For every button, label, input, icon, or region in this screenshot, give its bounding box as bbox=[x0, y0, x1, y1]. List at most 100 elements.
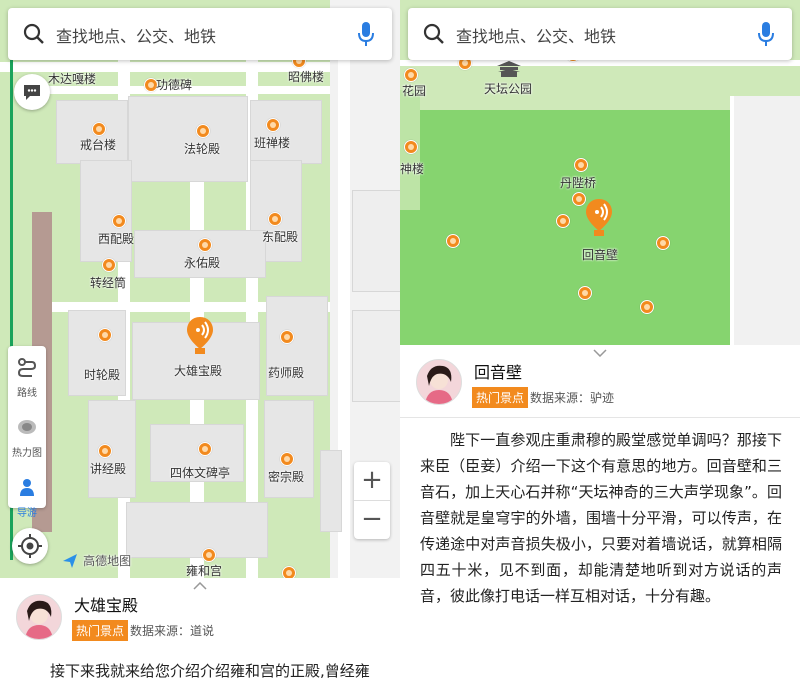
poi-marker[interactable] bbox=[574, 158, 588, 172]
map-label: 药师殿 bbox=[268, 366, 305, 380]
poi-marker[interactable] bbox=[266, 118, 280, 132]
poi-name: 回音壁 bbox=[474, 363, 523, 382]
poi-marker[interactable] bbox=[446, 234, 460, 248]
heatmap-icon bbox=[18, 420, 36, 434]
poi-marker[interactable] bbox=[268, 212, 282, 226]
map-label: 西配殿 bbox=[98, 232, 135, 246]
search-input[interactable]: 查找地点、公交、地铁 bbox=[56, 23, 216, 47]
message-icon bbox=[24, 85, 40, 100]
map-label: 功德碑 bbox=[156, 78, 193, 92]
map-label: 大雄宝殿 bbox=[174, 364, 223, 378]
map-label: 密宗殿 bbox=[268, 470, 305, 484]
poi-marker[interactable] bbox=[280, 452, 294, 466]
chevron-up-icon[interactable] bbox=[193, 582, 207, 590]
poi-marker[interactable] bbox=[198, 442, 212, 456]
zoom-in-button[interactable]: + bbox=[354, 462, 390, 500]
audio-guide-pin-icon[interactable] bbox=[584, 198, 614, 238]
poi-marker[interactable] bbox=[280, 330, 294, 344]
map-label: 天坛公园 bbox=[484, 82, 533, 96]
poi-marker[interactable] bbox=[404, 68, 418, 82]
map-label: 神楼 bbox=[400, 162, 425, 176]
search-icon bbox=[423, 23, 444, 44]
poi-marker[interactable] bbox=[282, 566, 296, 578]
divider bbox=[400, 417, 800, 418]
poi-marker[interactable] bbox=[198, 238, 212, 252]
avatar-image bbox=[17, 595, 61, 639]
route-button[interactable]: 路线 bbox=[8, 346, 46, 406]
map-label: 东配殿 bbox=[262, 230, 299, 244]
map-label: 昭佛楼 bbox=[288, 70, 325, 84]
map-label: 回音壁 bbox=[582, 248, 619, 262]
building bbox=[88, 400, 136, 498]
poi-detail-card[interactable]: 大雄宝殿 热门景点 数据来源：道说 接下来我就来给您介绍介绍雍和宫的正殿,曾经雍 bbox=[0, 578, 400, 690]
zoom-out-button[interactable]: − bbox=[354, 500, 390, 539]
poi-marker[interactable] bbox=[404, 140, 418, 154]
building bbox=[126, 502, 268, 558]
map-label: 木达嘎楼 bbox=[48, 72, 97, 86]
poi-marker[interactable] bbox=[112, 214, 126, 228]
poi-marker[interactable] bbox=[556, 214, 570, 228]
left-screen: 木达嘎楼 功德碑 昭佛楼 戒台楼 法轮殿 班禅楼 西配殿 东配殿 永佑殿 转经筒… bbox=[0, 0, 400, 690]
audio-guide-pin-icon[interactable] bbox=[185, 316, 215, 356]
zoom-controls: + − bbox=[354, 462, 390, 539]
poi-marker[interactable] bbox=[102, 258, 116, 272]
map-label: 时轮殿 bbox=[84, 368, 121, 382]
map-label: 转经筒 bbox=[90, 276, 127, 290]
poi-description: 陛下一直参观庄重肃穆的殿堂感觉单调吗？那接下来臣（臣妾）介绍一下这个有意思的地方… bbox=[420, 431, 782, 605]
chevron-down-icon[interactable] bbox=[593, 349, 607, 357]
locate-icon bbox=[18, 534, 42, 558]
temple-icon bbox=[497, 61, 521, 77]
search-icon bbox=[23, 23, 44, 44]
map-label: 讲经殿 bbox=[90, 462, 127, 476]
map-label: 戒台楼 bbox=[80, 138, 117, 152]
building bbox=[320, 450, 342, 532]
poi-marker[interactable] bbox=[98, 444, 112, 458]
guide-button[interactable]: 导游 bbox=[8, 466, 46, 526]
guide-icon bbox=[20, 479, 34, 496]
locate-button[interactable] bbox=[12, 528, 48, 564]
poi-marker[interactable] bbox=[656, 236, 670, 250]
poi-marker[interactable] bbox=[196, 124, 210, 138]
microphone-icon[interactable] bbox=[358, 21, 374, 47]
map-label: 花园 bbox=[402, 84, 427, 98]
message-button[interactable] bbox=[14, 74, 50, 110]
map-label: 永佑殿 bbox=[184, 256, 221, 270]
hot-spot-badge: 热门景点 bbox=[72, 620, 129, 641]
building bbox=[266, 296, 328, 396]
microphone-icon[interactable] bbox=[758, 21, 774, 47]
data-source: 数据来源：道说 bbox=[130, 624, 215, 638]
map-label: 四体文碑亭 bbox=[170, 466, 231, 480]
hot-spot-badge: 热门景点 bbox=[472, 387, 529, 408]
poi-marker[interactable] bbox=[578, 286, 592, 300]
poi-marker[interactable] bbox=[202, 548, 216, 562]
search-input[interactable]: 查找地点、公交、地铁 bbox=[456, 23, 616, 47]
building bbox=[352, 190, 400, 292]
map-label: 法轮殿 bbox=[184, 142, 221, 156]
map-logo: 高德地图 bbox=[62, 550, 131, 569]
building bbox=[68, 310, 126, 396]
route-icon bbox=[17, 358, 37, 377]
map-side-controls: 路线 热力图 导游 bbox=[8, 346, 46, 519]
avatar bbox=[416, 359, 462, 405]
building bbox=[128, 96, 248, 182]
poi-marker[interactable] bbox=[98, 328, 112, 342]
search-bar[interactable]: 查找地点、公交、地铁 bbox=[8, 8, 392, 60]
road bbox=[730, 96, 734, 345]
search-bar[interactable]: 查找地点、公交、地铁 bbox=[408, 8, 792, 60]
map-view[interactable]: 木达嘎楼 功德碑 昭佛楼 戒台楼 法轮殿 班禅楼 西配殿 东配殿 永佑殿 转经筒… bbox=[0, 0, 400, 578]
poi-marker[interactable] bbox=[640, 300, 654, 314]
heatmap-button[interactable]: 热力图 bbox=[8, 406, 46, 466]
map-label: 班禅楼 bbox=[254, 136, 291, 150]
map-label: 雍和宫 bbox=[186, 564, 223, 578]
right-screen: 天坛公园 花园 神楼 丹陛桥 回音壁 查找地点、公交、地铁 回音壁 热门景点 数… bbox=[400, 0, 800, 690]
outside-area bbox=[734, 96, 800, 345]
poi-name: 大雄宝殿 bbox=[74, 596, 139, 615]
road bbox=[48, 86, 338, 94]
poi-detail-card[interactable]: 回音壁 热门景点 数据来源：驴迹 陛下一直参观庄重肃穆的殿堂感觉单调吗？那接下来… bbox=[400, 345, 800, 690]
poi-marker[interactable] bbox=[92, 122, 106, 136]
avatar bbox=[16, 594, 62, 640]
map-label: 丹陛桥 bbox=[560, 176, 597, 190]
poi-description: 接下来我就来给您介绍介绍雍和宫的正殿,曾经雍 bbox=[50, 662, 370, 680]
building bbox=[250, 100, 322, 164]
data-source: 数据来源：驴迹 bbox=[530, 391, 615, 405]
